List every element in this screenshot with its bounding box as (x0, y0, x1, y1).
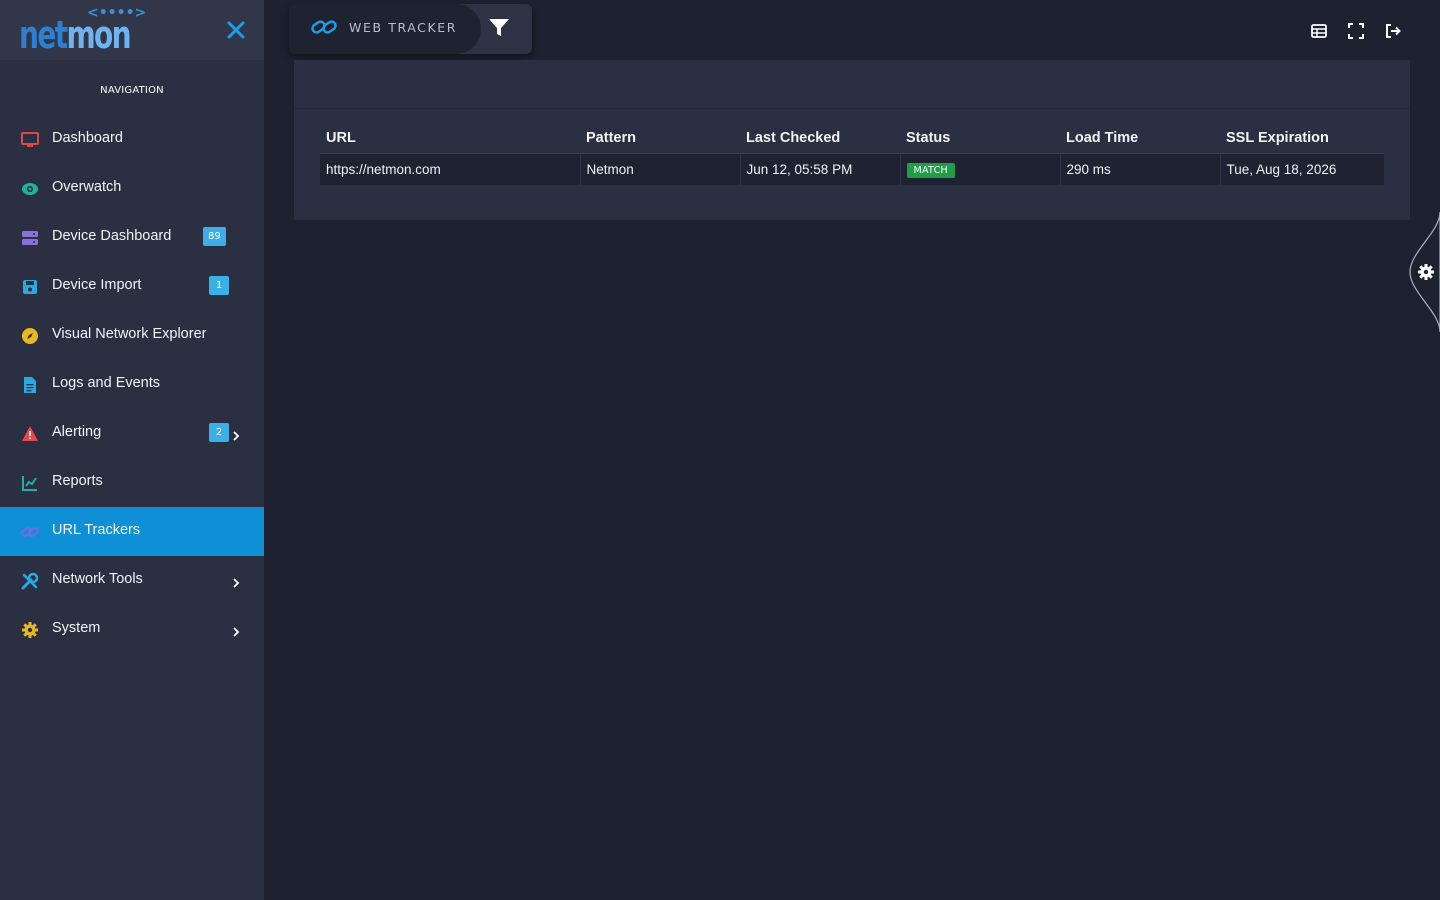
navigation-title: NAVIGATION (100, 85, 164, 96)
cell-load-time: 290 ms (1060, 153, 1221, 185)
save-icon (21, 278, 39, 296)
sidebar-item-label: Visual Network Explorer (52, 326, 207, 342)
link-icon (21, 523, 39, 541)
eye-icon (21, 180, 39, 198)
status-badge: MATCH (906, 162, 955, 178)
nav-list: Dashboard Overwatch Device Dashboard 89 … (0, 115, 264, 654)
sidebar: <••••> netmon NAVIGATION Dashboard Overw… (0, 0, 264, 900)
cell-status: MATCH (900, 153, 1061, 185)
chevron-right-icon (231, 623, 241, 637)
sidebar-item-label: Logs and Events (52, 375, 161, 391)
column-header-last-checked[interactable]: Last Checked (740, 123, 900, 154)
page-title: WEB TRACKER (349, 20, 458, 35)
monitor-icon (21, 131, 39, 149)
warning-icon (21, 425, 39, 443)
table-row[interactable]: https://netmon.com Netmon Jun 12, 05:58 … (320, 153, 1384, 185)
sidebar-item-url-trackers[interactable]: URL Trackers (0, 507, 264, 556)
count-badge: 2 (209, 423, 229, 442)
gear-icon (21, 621, 39, 639)
sidebar-item-label: Device Import (52, 277, 142, 293)
sidebar-item-overwatch[interactable]: Overwatch (0, 164, 264, 213)
sidebar-item-label: Alerting (52, 424, 102, 440)
chart-line-icon (21, 474, 39, 492)
count-badge: 89 (203, 227, 226, 246)
sidebar-item-alerting[interactable]: Alerting 2 (0, 409, 264, 458)
sidebar-item-label: Overwatch (52, 179, 122, 195)
table-icon (1311, 24, 1327, 38)
sidebar-item-label: Device Dashboard (52, 228, 172, 244)
sidebar-item-label: Network Tools (52, 571, 143, 587)
sidebar-item-label: URL Trackers (52, 522, 141, 538)
expand-icon (1348, 23, 1364, 39)
cell-pattern: Netmon (580, 153, 741, 185)
chevron-right-icon (231, 427, 241, 441)
column-header-url[interactable]: URL (320, 123, 580, 154)
sidebar-item-label: System (52, 620, 101, 636)
sign-out-icon (1386, 24, 1401, 38)
table-view-button[interactable] (1310, 22, 1328, 40)
filter-button[interactable] (488, 18, 510, 38)
sidebar-item-visual-network-explorer[interactable]: Visual Network Explorer (0, 311, 264, 360)
count-badge: 1 (209, 276, 229, 295)
compass-icon (21, 327, 39, 345)
sidebar-item-device-import[interactable]: Device Import 1 (0, 262, 264, 311)
panel-header (294, 60, 1410, 109)
cell-url[interactable]: https://netmon.com (320, 153, 581, 185)
sidebar-item-system[interactable]: System (0, 605, 264, 654)
filter-icon (489, 19, 509, 36)
close-icon (227, 21, 245, 39)
column-header-status[interactable]: Status (900, 123, 1060, 154)
fullscreen-button[interactable] (1347, 22, 1365, 40)
sidebar-item-device-dashboard[interactable]: Device Dashboard 89 (0, 213, 264, 262)
logout-button[interactable] (1384, 22, 1402, 40)
cell-ssl-expiration: Tue, Aug 18, 2026 (1220, 153, 1384, 185)
column-header-ssl-expiration[interactable]: SSL Expiration (1220, 123, 1384, 154)
logo-text: netmon (19, 13, 132, 57)
sidebar-item-label: Reports (52, 473, 103, 489)
column-header-load-time[interactable]: Load Time (1060, 123, 1220, 154)
netmon-logo[interactable]: <••••> netmon (19, 5, 146, 57)
server-icon (21, 229, 39, 247)
column-header-pattern[interactable]: Pattern (580, 123, 740, 154)
sidebar-item-label: Dashboard (52, 130, 123, 146)
gear-icon (1417, 263, 1435, 281)
chevron-right-icon (231, 574, 241, 588)
sidebar-item-dashboard[interactable]: Dashboard (0, 115, 264, 164)
table-header-row: URL Pattern Last Checked Status Load Tim… (320, 123, 1384, 154)
file-icon (21, 376, 39, 394)
url-trackers-panel: URL Pattern Last Checked Status Load Tim… (294, 60, 1410, 220)
close-sidebar-button[interactable] (224, 18, 248, 42)
cell-last-checked: Jun 12, 05:58 PM (740, 153, 901, 185)
sidebar-item-logs-and-events[interactable]: Logs and Events (0, 360, 264, 409)
settings-side-tab[interactable] (1408, 211, 1440, 333)
link-icon (311, 14, 337, 40)
tools-icon (21, 572, 39, 590)
sidebar-header: <••••> netmon (0, 0, 264, 60)
url-trackers-table: URL Pattern Last Checked Status Load Tim… (320, 123, 1384, 185)
sidebar-item-reports[interactable]: Reports (0, 458, 264, 507)
sidebar-item-network-tools[interactable]: Network Tools (0, 556, 264, 605)
